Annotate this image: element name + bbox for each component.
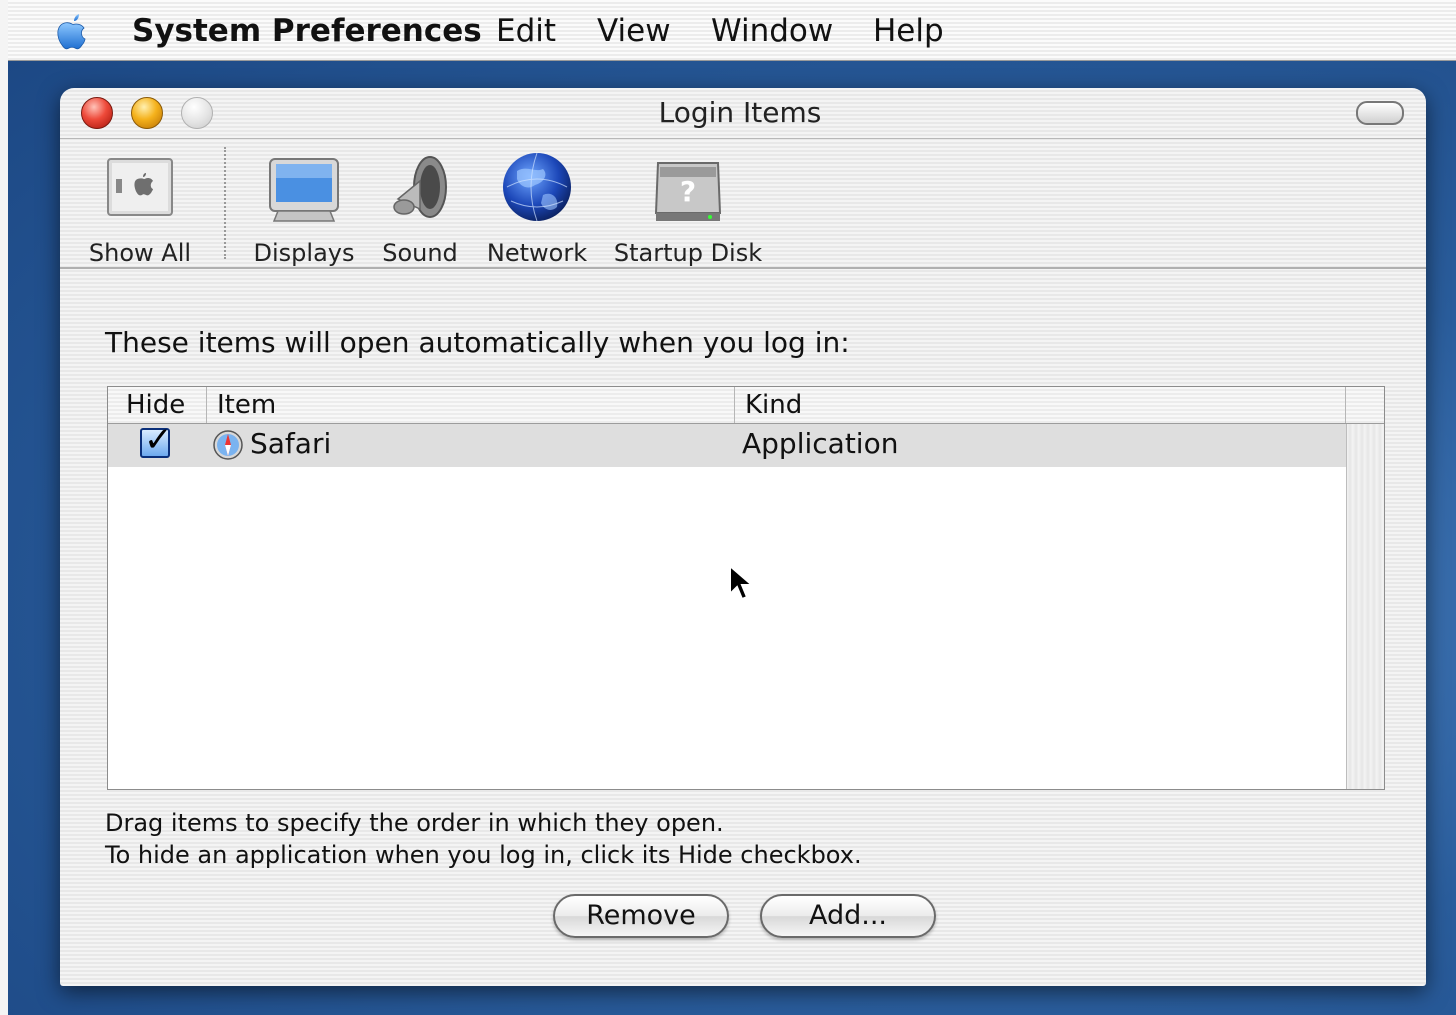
item-name: Safari — [250, 427, 332, 460]
toolbar-label: Displays — [253, 239, 355, 267]
toolbar-displays[interactable]: Displays — [248, 151, 360, 267]
hard-disk-icon: ? — [654, 162, 722, 221]
speaker-icon — [393, 156, 447, 218]
menu-app-name[interactable]: System Preferences — [132, 13, 482, 49]
add-button[interactable]: Add... — [760, 894, 936, 938]
intro-text: These items will open automatically when… — [105, 326, 850, 359]
toolbar: Show All Displays Sound Network ? Startu… — [60, 139, 1426, 269]
preferences-window: Login Items Show All Displays Sound Netw… — [60, 88, 1426, 986]
toolbar-network[interactable]: Network — [482, 151, 592, 267]
vertical-scrollbar[interactable] — [1346, 424, 1384, 789]
column-header-item[interactable]: Item — [207, 387, 735, 423]
toolbar-show-all[interactable]: Show All — [85, 151, 195, 267]
hide-checkbox[interactable]: ✓ — [140, 420, 173, 460]
menu-edit[interactable]: Edit — [496, 13, 556, 49]
toolbar-startup-disk[interactable]: ? Startup Disk — [612, 151, 764, 267]
window-title: Login Items — [658, 96, 822, 129]
screen-edge — [0, 0, 8, 1015]
menu-window[interactable]: Window — [711, 13, 833, 49]
mouse-pointer-icon — [729, 564, 754, 601]
toolbar-label: Startup Disk — [613, 239, 763, 267]
menu-help[interactable]: Help — [873, 13, 944, 49]
globe-icon — [503, 152, 571, 222]
item-kind: Application — [742, 427, 899, 460]
column-header-kind[interactable]: Kind — [735, 387, 1346, 423]
help-text-drag: Drag items to specify the order in which… — [105, 809, 724, 837]
show-all-icon — [107, 158, 173, 216]
toolbar-separator — [224, 147, 226, 259]
help-text-hide: To hide an application when you log in, … — [105, 841, 862, 869]
display-icon — [269, 158, 339, 222]
toolbar-label: Sound — [382, 239, 458, 267]
title-bar[interactable]: Login Items — [60, 88, 1426, 139]
toolbar-label: Network — [486, 239, 588, 267]
toolbar-sound[interactable]: Sound — [378, 151, 462, 267]
table-row[interactable]: ✓ Safari Application — [108, 420, 1346, 467]
table-header: Hide Item Kind — [108, 387, 1384, 424]
svg-text:?: ? — [680, 175, 696, 208]
toolbar-toggle-button[interactable] — [1356, 101, 1404, 125]
menu-view[interactable]: View — [597, 13, 671, 49]
apple-logo-icon[interactable] — [52, 10, 92, 54]
safari-compass-icon — [213, 430, 243, 460]
menu-bar: System Preferences Edit View Window Help — [8, 0, 1456, 61]
checkmark-icon: ✓ — [144, 420, 173, 460]
column-header-hide[interactable]: Hide — [108, 387, 207, 423]
remove-button[interactable]: Remove — [553, 894, 729, 938]
toolbar-label: Show All — [88, 239, 192, 267]
